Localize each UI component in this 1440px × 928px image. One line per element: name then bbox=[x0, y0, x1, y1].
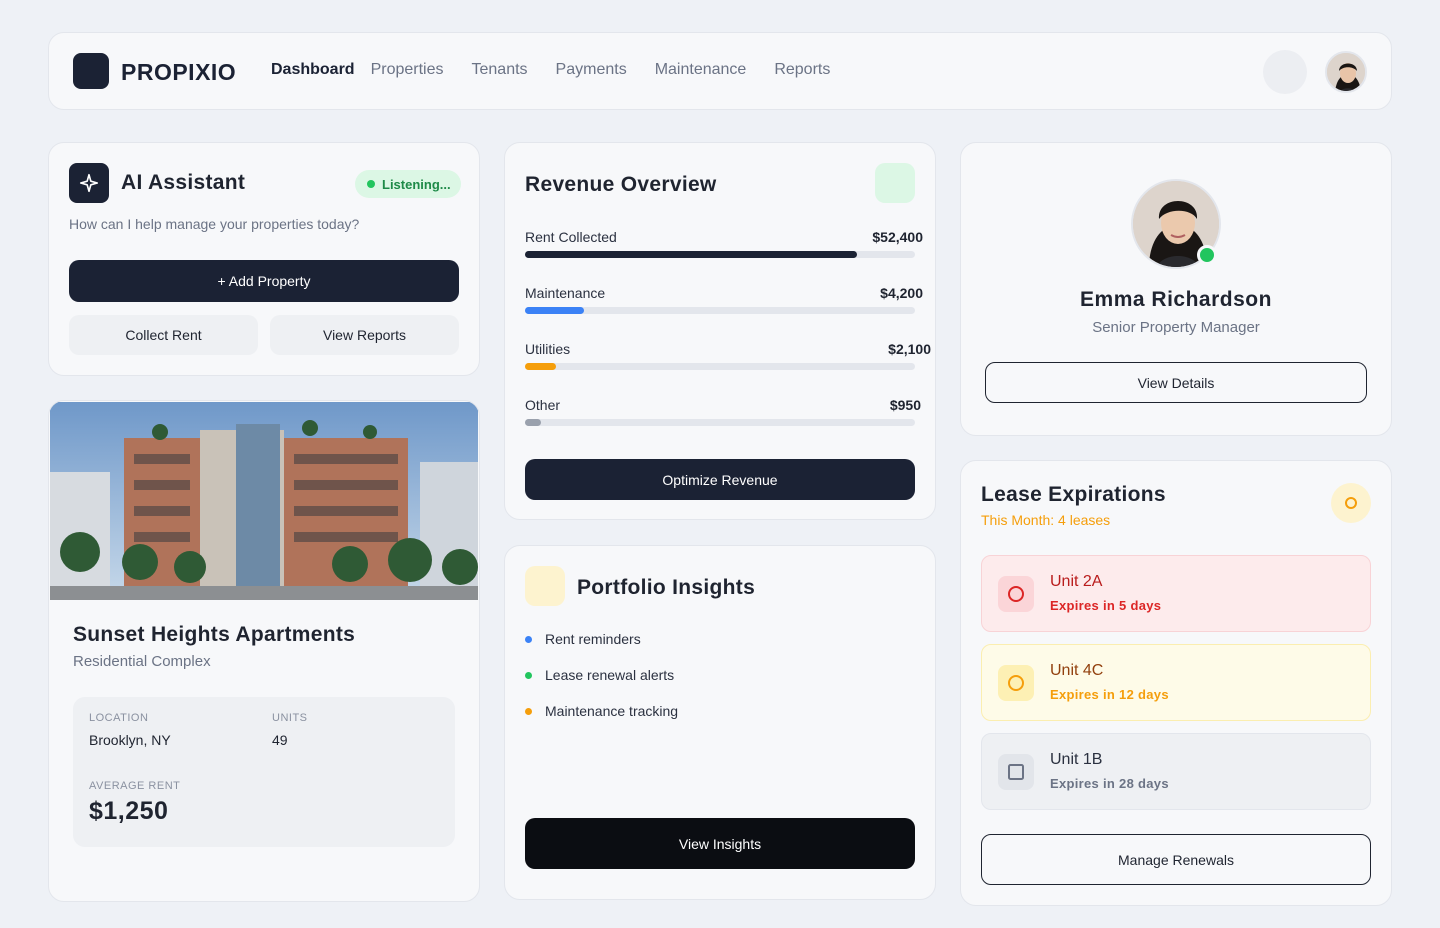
insight-dot-icon bbox=[525, 672, 532, 679]
lease-expirations-title: Lease Expirations bbox=[981, 483, 1166, 506]
property-details-panel: LOCATION Brooklyn, NY UNITS 49 AVERAGE R… bbox=[73, 697, 455, 847]
units-value: 49 bbox=[272, 732, 288, 748]
revenue-label: Rent Collected bbox=[525, 229, 617, 245]
insight-item: Rent reminders bbox=[525, 631, 641, 647]
revenue-chart-icon[interactable] bbox=[875, 163, 915, 203]
revenue-overview-title: Revenue Overview bbox=[525, 173, 717, 196]
manage-renewals-button[interactable]: Manage Renewals bbox=[981, 834, 1371, 885]
revenue-progress-fill bbox=[525, 419, 541, 426]
manager-profile-card: Emma Richardson Senior Property Manager … bbox=[960, 142, 1392, 436]
revenue-amount: $4,200 bbox=[880, 285, 923, 301]
revenue-progress-track bbox=[525, 363, 915, 370]
lease-unit: Unit 1B bbox=[1050, 751, 1103, 768]
sparkle-icon bbox=[69, 163, 109, 203]
portfolio-insights-title: Portfolio Insights bbox=[577, 576, 756, 599]
nav-link-properties[interactable]: Properties bbox=[371, 61, 444, 79]
property-photo[interactable] bbox=[50, 402, 478, 600]
insight-label: Rent reminders bbox=[545, 631, 641, 647]
manager-name: Emma Richardson bbox=[1080, 288, 1272, 311]
revenue-progress-track bbox=[525, 307, 915, 314]
ai-assistant-card: AI Assistant Listening... How can I help… bbox=[48, 142, 480, 376]
avatar-portrait-icon bbox=[1327, 53, 1365, 91]
nav-link-tenants[interactable]: Tenants bbox=[472, 61, 528, 79]
top-navbar: PROPIXIO Dashboard Properties Tenants Pa… bbox=[48, 32, 1392, 110]
revenue-progress-track bbox=[525, 251, 915, 258]
listening-status-text: Listening... bbox=[382, 176, 451, 192]
view-reports-button[interactable]: View Reports bbox=[270, 315, 459, 355]
ai-assistant-prompt: How can I help manage your properties to… bbox=[69, 216, 360, 232]
lease-month-count: This Month: 4 leases bbox=[981, 512, 1111, 528]
revenue-label: Other bbox=[525, 397, 561, 413]
lease-status-circle-icon bbox=[998, 576, 1034, 612]
nav-link-reports[interactable]: Reports bbox=[774, 61, 830, 79]
lease-expiry: Expires in 28 days bbox=[1050, 776, 1169, 791]
online-status-icon bbox=[1197, 245, 1217, 265]
user-avatar[interactable] bbox=[1325, 51, 1367, 93]
revenue-label: Utilities bbox=[525, 341, 571, 357]
insight-item: Maintenance tracking bbox=[525, 703, 678, 719]
building-image-icon bbox=[50, 402, 478, 600]
manager-role: Senior Property Manager bbox=[1092, 319, 1260, 336]
insight-dot-icon bbox=[525, 708, 532, 715]
lease-unit: Unit 4C bbox=[1050, 662, 1104, 679]
lease-expirations-card: Lease Expirations This Month: 4 leases U… bbox=[960, 460, 1392, 906]
lease-item-unit-2a[interactable]: Unit 2A Expires in 5 days bbox=[981, 555, 1371, 632]
listening-status-badge: Listening... bbox=[355, 170, 461, 198]
nav-link-maintenance[interactable]: Maintenance bbox=[655, 61, 747, 79]
lease-item-unit-1b[interactable]: Unit 1B Expires in 28 days bbox=[981, 733, 1371, 810]
insight-label: Maintenance tracking bbox=[545, 703, 679, 719]
location-value: Brooklyn, NY bbox=[89, 732, 171, 748]
revenue-amount: $950 bbox=[889, 397, 921, 413]
nav-link-payments[interactable]: Payments bbox=[556, 61, 627, 79]
view-insights-button[interactable]: View Insights bbox=[525, 818, 915, 869]
view-details-button[interactable]: View Details bbox=[985, 362, 1367, 403]
insight-dot-icon bbox=[525, 636, 532, 643]
property-type: Residential Complex bbox=[73, 653, 211, 670]
insight-label: Lease renewal alerts bbox=[545, 667, 675, 683]
nav-links: Dashboard Properties Tenants Payments Ma… bbox=[271, 61, 858, 79]
notifications-button[interactable] bbox=[1263, 50, 1307, 94]
lease-status-circle-icon bbox=[998, 665, 1034, 701]
logo-icon[interactable] bbox=[73, 53, 109, 89]
revenue-progress-fill bbox=[525, 251, 857, 258]
revenue-progress-fill bbox=[525, 363, 557, 370]
insight-item: Lease renewal alerts bbox=[525, 667, 674, 683]
lease-expiry: Expires in 5 days bbox=[1050, 598, 1162, 613]
insights-lightbulb-icon bbox=[525, 566, 565, 606]
revenue-label: Maintenance bbox=[525, 285, 606, 301]
revenue-overview-card: Revenue Overview Rent Collected $52,400 … bbox=[504, 142, 936, 520]
revenue-progress-fill bbox=[525, 307, 584, 314]
portfolio-insights-card: Portfolio Insights Rent reminders Lease … bbox=[504, 545, 936, 900]
add-property-button[interactable]: + Add Property bbox=[69, 260, 459, 302]
lease-item-unit-4c[interactable]: Unit 4C Expires in 12 days bbox=[981, 644, 1371, 721]
property-card: Sunset Heights Apartments Residential Co… bbox=[48, 400, 480, 902]
average-rent-label: AVERAGE RENT bbox=[89, 780, 181, 792]
location-label: LOCATION bbox=[89, 712, 149, 724]
average-rent-value: $1,250 bbox=[89, 797, 169, 825]
brand-name[interactable]: PROPIXIO bbox=[121, 59, 236, 86]
lease-expiry: Expires in 12 days bbox=[1050, 687, 1169, 702]
revenue-amount: $2,100 bbox=[888, 341, 931, 357]
ai-assistant-title: AI Assistant bbox=[121, 171, 246, 194]
property-name: Sunset Heights Apartments bbox=[73, 623, 356, 646]
status-dot-icon bbox=[367, 180, 375, 188]
revenue-amount: $52,400 bbox=[872, 229, 923, 245]
units-label: UNITS bbox=[272, 712, 308, 724]
collect-rent-button[interactable]: Collect Rent bbox=[69, 315, 258, 355]
alert-icon[interactable] bbox=[1331, 483, 1371, 523]
optimize-revenue-button[interactable]: Optimize Revenue bbox=[525, 459, 915, 500]
revenue-progress-track bbox=[525, 419, 915, 426]
lease-status-square-icon bbox=[998, 754, 1034, 790]
lease-unit: Unit 2A bbox=[1050, 573, 1103, 590]
nav-link-dashboard[interactable]: Dashboard bbox=[271, 61, 355, 79]
